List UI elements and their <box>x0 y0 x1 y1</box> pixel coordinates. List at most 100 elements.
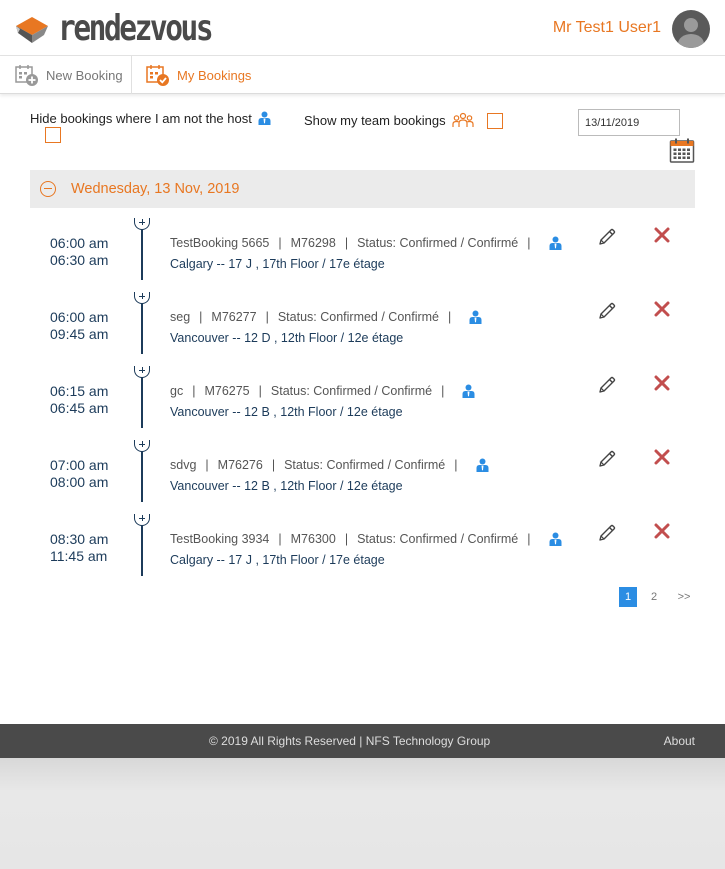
booking-summary: TestBooking 3934 | M76300 | Status: Conf… <box>170 532 562 546</box>
calendar-picker-icon[interactable] <box>669 138 695 164</box>
delete-x-icon[interactable] <box>653 300 671 318</box>
team-icon <box>452 112 474 127</box>
booking-location: Vancouver -- 12 D , 12th Floor / 12e éta… <box>170 331 404 345</box>
footer: © 2019 All Rights Reserved | NFS Technol… <box>0 724 725 758</box>
booking-start-time: 06:00 am <box>50 235 109 251</box>
calendar-check-icon <box>146 65 169 86</box>
host-person-icon <box>549 532 561 546</box>
host-person-icon <box>462 384 475 398</box>
footer-about-link[interactable]: About <box>664 734 695 748</box>
host-person-icon <box>476 458 489 472</box>
date-input[interactable] <box>578 109 680 136</box>
timeline-line <box>141 373 143 428</box>
main-nav: New Booking My Bookings <box>0 56 725 94</box>
separator: | <box>344 532 349 546</box>
delete-x-icon[interactable] <box>653 448 671 466</box>
booking-row[interactable]: 06:15 am 06:45 am gc | M76275 | Status: … <box>0 366 725 440</box>
page-2-button[interactable]: 2 <box>645 587 663 607</box>
collapse-minus-icon[interactable] <box>40 181 56 197</box>
timeline-plus-icon <box>134 514 150 526</box>
edit-pencil-icon[interactable] <box>597 449 617 469</box>
timeline-plus-icon <box>134 218 150 230</box>
timeline-line <box>141 521 143 576</box>
booking-row[interactable]: 06:00 am 09:45 am seg | M76277 | Status:… <box>0 292 725 366</box>
booking-title: sdvg <box>170 458 197 472</box>
booking-code: M76277 <box>211 310 257 324</box>
host-person-icon <box>258 111 271 125</box>
separator: | <box>527 236 531 250</box>
booking-code: M76275 <box>204 384 250 398</box>
booking-start-time: 08:30 am <box>50 531 109 547</box>
separator: | <box>192 384 196 398</box>
app-header: rendezvous Mr Test1 User1 <box>0 0 725 56</box>
timeline-plus-icon <box>134 440 150 452</box>
separator: | <box>271 458 276 472</box>
booking-row[interactable]: 07:00 am 08:00 am sdvg | M76276 | Status… <box>0 440 725 514</box>
booking-location: Calgary -- 17 J , 17th Floor / 17e étage <box>170 553 385 567</box>
booking-location: Vancouver -- 12 B , 12th Floor / 12e éta… <box>170 405 403 419</box>
delete-x-icon[interactable] <box>653 522 671 540</box>
logo-text: rendezvous <box>58 8 214 49</box>
separator: | <box>441 384 445 398</box>
separator: | <box>205 458 209 472</box>
booking-location: Vancouver -- 12 B , 12th Floor / 12e éta… <box>170 479 403 493</box>
team-bookings-checkbox[interactable] <box>487 113 503 129</box>
page-1-button[interactable]: 1 <box>619 587 637 607</box>
booking-row[interactable]: 06:00 am 06:30 am TestBooking 5665 | M76… <box>0 218 725 292</box>
hide-not-host-filter: Hide bookings where I am not the host <box>30 111 271 126</box>
user-name[interactable]: Mr Test1 User1 <box>553 19 661 37</box>
avatar[interactable] <box>672 10 710 48</box>
separator: | <box>265 310 269 324</box>
separator: | <box>454 458 458 472</box>
edit-pencil-icon[interactable] <box>597 227 617 247</box>
next-page-button[interactable]: >> <box>675 587 693 607</box>
booking-summary: TestBooking 5665 | M76298 | Status: Conf… <box>170 236 562 250</box>
separator: | <box>278 532 282 546</box>
edit-pencil-icon[interactable] <box>597 375 617 395</box>
booking-location: Calgary -- 17 J , 17th Floor / 17e étage <box>170 257 385 271</box>
separator: | <box>199 310 203 324</box>
page: rendezvous Mr Test1 User1 New Booking My… <box>0 0 725 724</box>
booking-code: M76300 <box>290 532 336 546</box>
separator: | <box>527 532 531 546</box>
booking-summary: gc | M76275 | Status: Confirmed / Confir… <box>170 384 475 398</box>
timeline-line <box>141 299 143 354</box>
booking-end-time: 06:30 am <box>50 252 109 268</box>
day-label: Wednesday, 13 Nov, 2019 <box>71 181 240 197</box>
hide-not-host-checkbox[interactable] <box>45 127 61 143</box>
booking-end-time: 06:45 am <box>50 400 109 416</box>
page-background <box>0 758 725 869</box>
booking-title: TestBooking 3934 <box>170 532 270 546</box>
booking-title: TestBooking 5665 <box>170 236 270 250</box>
timeline-line <box>141 225 143 280</box>
booking-end-time: 11:45 am <box>50 548 108 564</box>
nav-my-bookings[interactable]: My Bookings <box>145 56 251 94</box>
booking-start-time: 07:00 am <box>50 457 109 473</box>
rendezvous-logo[interactable]: rendezvous <box>14 10 245 48</box>
booking-status: Status: Confirmed / Confirmé <box>277 310 440 324</box>
nav-new-booking-label: New Booking <box>46 67 123 83</box>
host-person-icon <box>469 310 482 324</box>
booking-summary: seg | M76277 | Status: Confirmed / Confi… <box>170 310 482 324</box>
timeline-plus-icon <box>134 292 150 304</box>
day-header[interactable]: Wednesday, 13 Nov, 2019 <box>30 170 695 208</box>
delete-x-icon[interactable] <box>653 374 671 392</box>
booking-row[interactable]: 08:30 am 11:45 am TestBooking 3934 | M76… <box>0 514 725 588</box>
nav-new-booking[interactable]: New Booking <box>14 56 123 94</box>
separator: | <box>278 236 282 250</box>
calendar-add-icon <box>15 65 38 86</box>
booking-code: M76276 <box>217 458 263 472</box>
footer-copyright: © 2019 All Rights Reserved | NFS Technol… <box>209 734 491 748</box>
delete-x-icon[interactable] <box>653 226 671 244</box>
booking-status: Status: Confirmed / Confirmé <box>284 458 446 472</box>
booking-summary: sdvg | M76276 | Status: Confirmed / Conf… <box>170 458 489 472</box>
booking-end-time: 09:45 am <box>50 326 109 342</box>
booking-end-time: 08:00 am <box>50 474 109 490</box>
nav-my-bookings-label: My Bookings <box>177 67 252 83</box>
edit-pencil-icon[interactable] <box>597 301 617 321</box>
host-person-icon <box>549 236 561 250</box>
booking-start-time: 06:15 am <box>50 383 109 399</box>
booking-status: Status: Confirmed / Confirmé <box>357 236 519 250</box>
edit-pencil-icon[interactable] <box>597 523 617 543</box>
timeline-line <box>141 447 143 502</box>
